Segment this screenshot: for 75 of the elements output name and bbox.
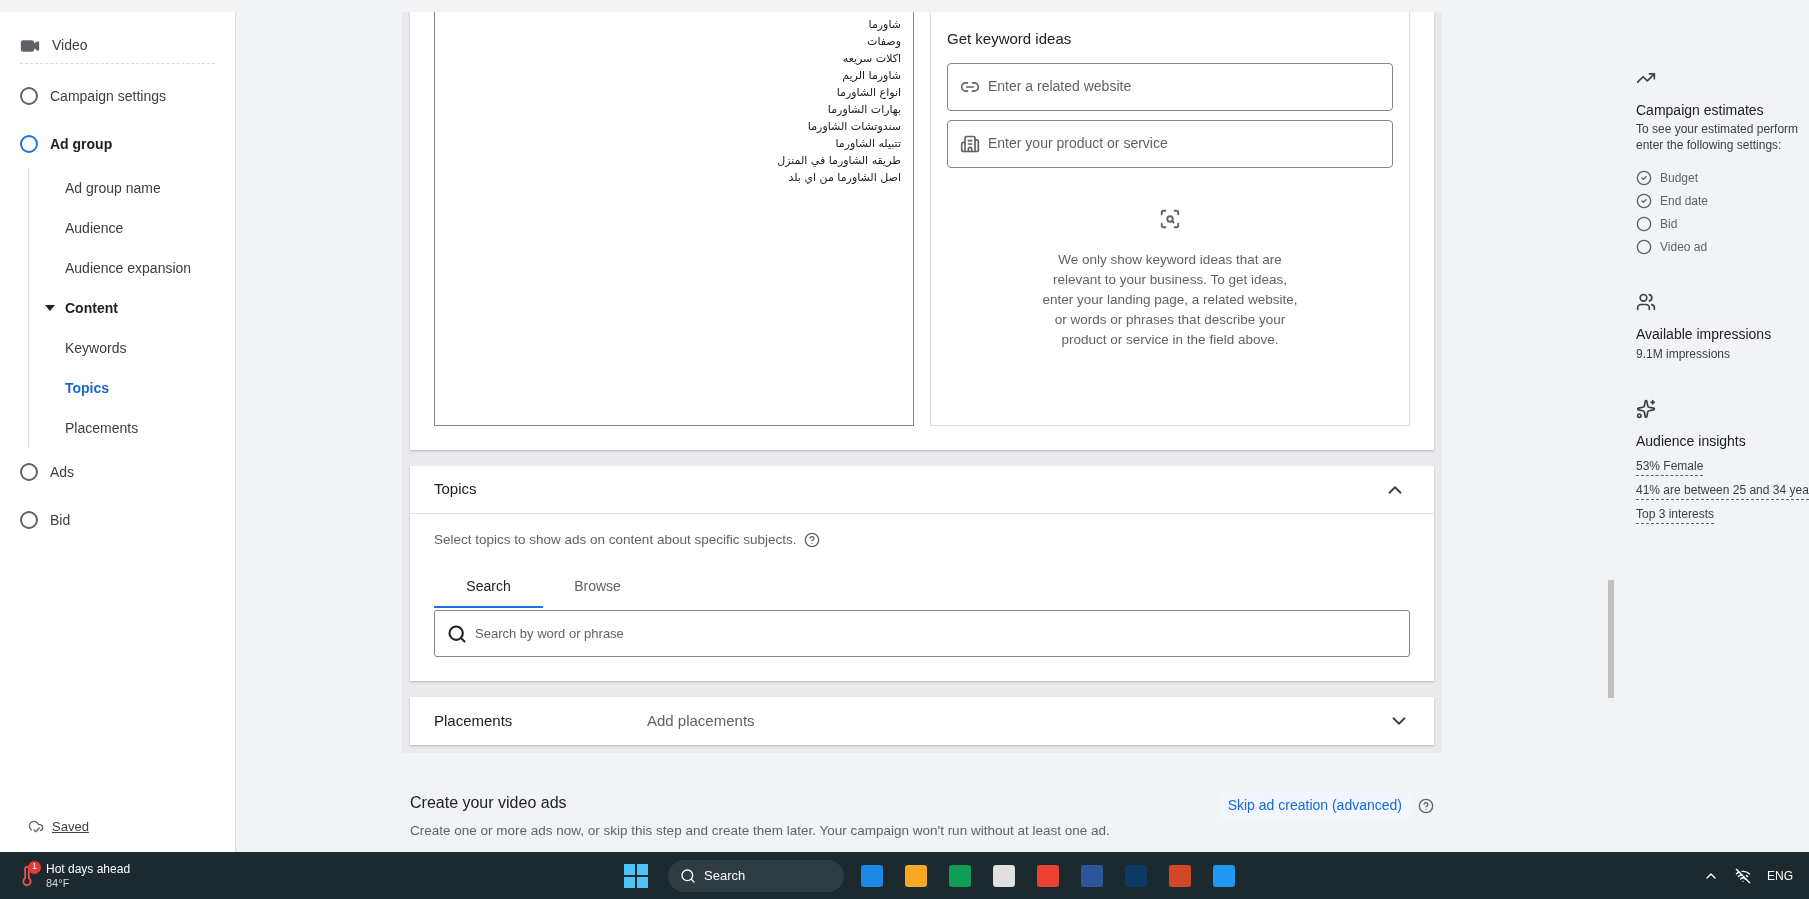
app-icon[interactable] [905,864,927,887]
insight-link[interactable]: 53% Female [1636,457,1704,476]
weather-temperature: 84°F [46,876,71,890]
search-label: Search [704,866,746,885]
text-field[interactable]: Enter your product or service [947,119,1393,168]
setting-label: Budget [1660,170,1699,187]
keyword-line: وصفات [867,34,901,50]
people-icon [1636,292,1656,312]
sidebar-step[interactable]: Campaign settings [50,85,166,107]
building-icon [960,133,980,154]
keyword-line: اصل الشاورما من اي بلد [788,170,901,186]
taskbar-search[interactable]: Search [668,859,844,892]
sidebar-item[interactable]: Content [65,297,118,319]
insight-link[interactable]: Top 3 interests [1636,505,1715,524]
placements-value: Add placements [647,711,756,731]
help-icon [1418,797,1434,814]
search-field[interactable]: Search by word or phrase [475,624,1397,644]
sidebar-step[interactable]: Ads [50,461,75,483]
setting-label: End date [1660,193,1709,210]
placements-title: Placements [434,711,514,731]
tab[interactable]: Browse [543,566,652,609]
sidebar-step[interactable]: Bid [50,509,71,531]
placements-card[interactable]: Placements Add placements [410,697,1434,746]
notification-badge: 1 [28,860,41,874]
keyword-line: انواع الشاورما [836,85,901,101]
insights-title: Audience insights [1636,432,1747,451]
skip-ad-creation-link[interactable]: Skip ad creation (advanced) [1219,791,1410,821]
keyword-line: اكلات سريعه [842,51,901,67]
section-title: Create your video ads [410,793,568,814]
topics-title: Topics [434,479,477,500]
search-results-icon [1159,207,1181,230]
keyword-line: طريقه الشاورما في المنزل [777,153,901,169]
app-icon[interactable] [993,864,1015,887]
tab[interactable]: Search [434,566,543,609]
sidebar-step[interactable]: Ad group [50,133,113,155]
keywords-textarea[interactable]: شاورما وصفات اكلات سريعه شاورما الريم انواع الشاورما بهارات الشاورما سندوتشات الشاورما تتبيله الشاورما طريقه الشاورما في المنزل اصل الشاورما من اي بلد [434,12,914,426]
help-icon [804,532,821,549]
estimates-title: Campaign estimates [1636,101,1765,120]
sidebar-item[interactable]: Placements [65,417,139,439]
sidebar-heading: Video [52,36,88,55]
setting-label: Bid [1660,216,1678,233]
app-icon[interactable] [1213,864,1235,887]
impressions-title: Available impressions [1636,325,1773,344]
sidebar-item[interactable]: Ad group name [65,177,161,199]
keyword-ideas-hint: We only show keyword ideas that are relevant to your business. To get ideas, enter your landing page, a related website, or words or phrases that describe your product or service in the field above. [1041,250,1299,349]
language-indicator[interactable]: ENG [1767,866,1793,885]
sidebar-item[interactable]: Audience expansion [65,257,192,279]
keyword-line: تتبيله الشاورما [835,136,901,152]
search-icon [447,623,467,644]
saved-status: Saved [52,817,89,836]
impressions-value: 9.1M impressions [1636,346,1732,363]
sidebar-item[interactable]: Keywords [65,337,127,359]
weather-title: Hot days ahead [46,861,131,876]
setting-label: Video ad [1660,239,1708,256]
insight-link[interactable]: 41% are between 25 and 34 yea [1636,481,1809,500]
section-description: Create one or more ads now, or skip this step and create them later. Your campaign won't run without at least one ad. [410,822,1110,841]
keyword-line: شاورما الريم [842,68,901,84]
input-field[interactable]: Enter your product or service [988,133,1380,154]
keyword-line: سندوتشات الشاورما [807,119,901,135]
wifi-off-icon[interactable] [1735,867,1751,884]
text-field[interactable]: Enter a related website [947,62,1393,111]
search-icon [680,867,696,884]
sidebar-item[interactable]: Audience [65,217,124,239]
keyword-line: بهارات الشاورما [827,102,901,118]
topics-description: Select topics to show ads on content about specific subjects. [434,531,797,549]
sidebar-item[interactable]: Topics [65,377,110,399]
sparkle-icon [1636,399,1656,419]
cloud-check-icon [28,818,44,835]
estimates-text: enter the following settings: [1636,137,1783,153]
search-box[interactable]: Search by word or phrase [434,610,1410,658]
keyword-line: شاورما [868,17,901,33]
estimates-text: To see your estimated perform [1636,121,1800,137]
input-field[interactable]: Enter a related website [988,76,1380,97]
start-button[interactable] [624,863,648,888]
keyword-ideas-title: Get keyword ideas [947,29,1073,49]
